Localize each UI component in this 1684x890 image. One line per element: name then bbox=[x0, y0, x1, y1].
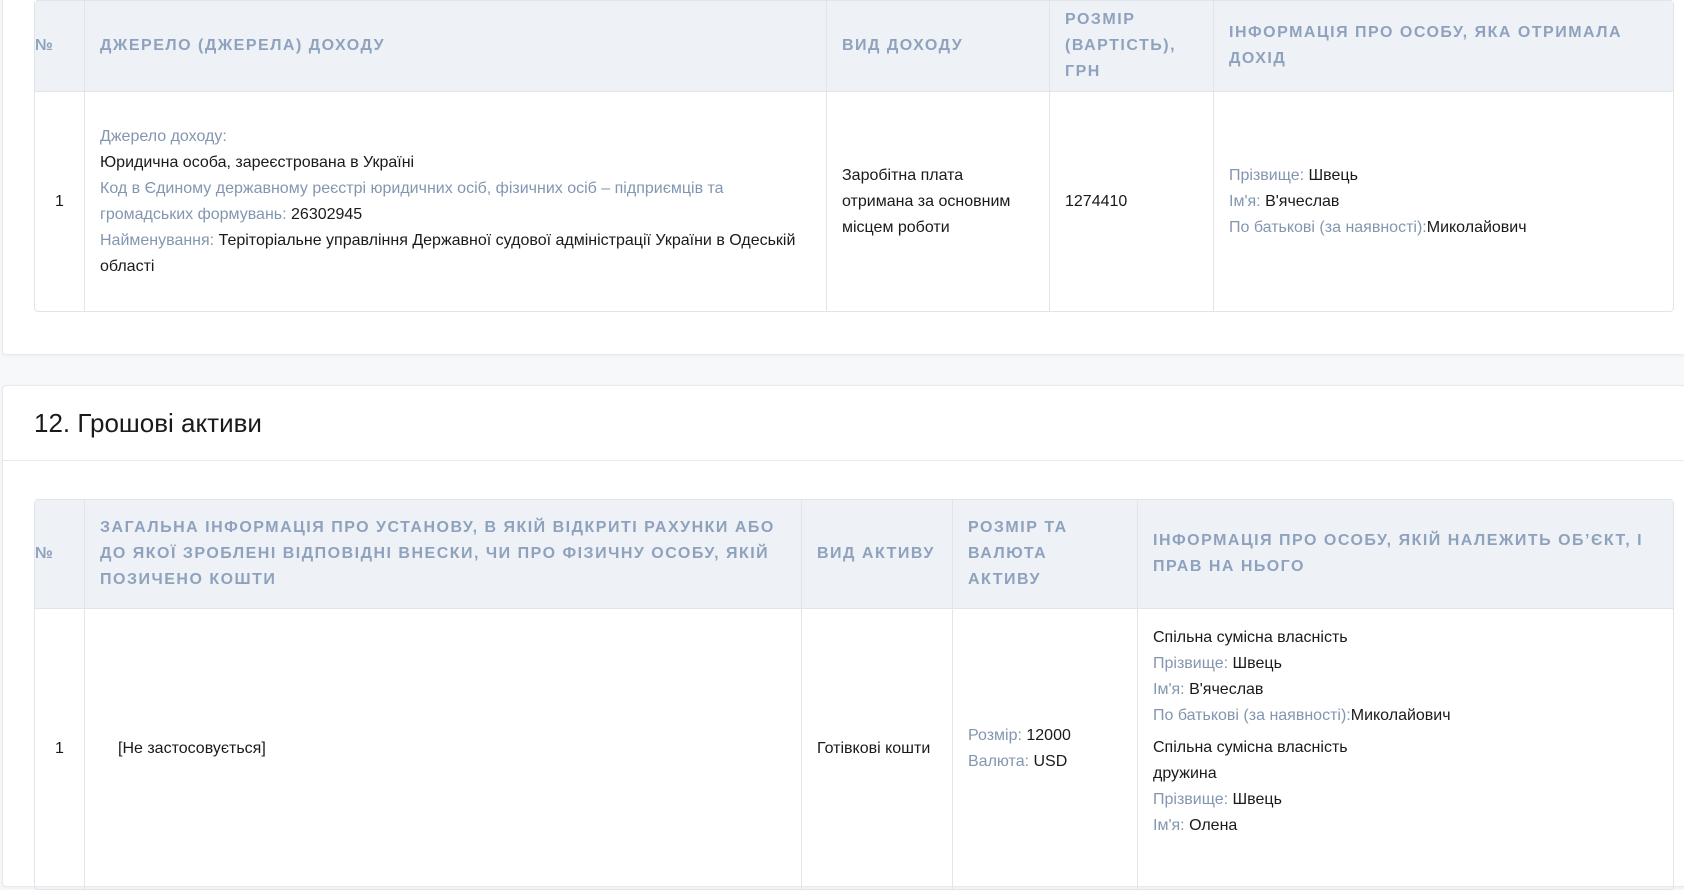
income-section-card: № Джерело (джерела) доходу Вид доходу Ро… bbox=[2, 0, 1684, 355]
recipient-firstname-line: Ім'я: В'ячеслав bbox=[1229, 189, 1658, 215]
header-income-source: Джерело (джерела) доходу bbox=[85, 1, 827, 92]
row-number: 1 bbox=[35, 609, 85, 889]
ownership-type: Спільна сумісна власність bbox=[1153, 629, 1348, 646]
source-value: Юридична особа, зареєстрована в Україні bbox=[100, 153, 415, 171]
patronymic-label: По батькові (за наявності): bbox=[1153, 707, 1351, 724]
source-label: Джерело доходу: bbox=[100, 127, 227, 145]
ownership-type: Спільна сумісна власність bbox=[1153, 739, 1348, 756]
header-amount-currency: Розмір та валюта активу bbox=[953, 500, 1138, 609]
edr-code-label: Код в Єдиному державному реєстрі юридичн… bbox=[100, 179, 724, 223]
amount-currency-cell: Розмір: 12000 Валюта: USD bbox=[953, 609, 1138, 889]
owner-surname-line: Прізвище: Швець bbox=[1153, 651, 1658, 677]
income-type-cell: Заробітна плата отримана за основним міс… bbox=[827, 92, 1050, 311]
header-number: № bbox=[35, 1, 85, 92]
income-amount-cell: 1274410 bbox=[1050, 92, 1214, 311]
income-table: № Джерело (джерела) доходу Вид доходу Ро… bbox=[34, 0, 1674, 312]
surname-value: Швець bbox=[1308, 166, 1358, 184]
table-row: 1 Джерело доходу: Юридична особа, зареєс… bbox=[35, 92, 1673, 311]
owner-firstname-line: Ім'я: В'ячеслав bbox=[1153, 677, 1658, 703]
patronymic-value: Миколайович bbox=[1350, 707, 1451, 724]
institution-value: [Не застосовується] bbox=[118, 740, 266, 757]
currency-label: Валюта: bbox=[968, 753, 1030, 770]
income-source-cell: Джерело доходу: Юридична особа, зареєстр… bbox=[85, 92, 827, 311]
recipient-surname-line: Прізвище: Швець bbox=[1229, 163, 1658, 189]
header-owner-info: Інформація про особу, якій належить об’є… bbox=[1138, 500, 1673, 609]
firstname-label: Ім'я: bbox=[1229, 192, 1261, 210]
edr-code-value: 26302945 bbox=[291, 205, 363, 223]
owner-block: Спільна сумісна власність Прізвище: Швец… bbox=[1153, 609, 1658, 729]
org-name-line: Найменування: Теріторіальне управління Д… bbox=[100, 228, 811, 280]
amount-label: Розмір: bbox=[968, 727, 1022, 744]
firstname-label: Ім'я: bbox=[1153, 817, 1185, 834]
owner-patronymic-line: По батькові (за наявності):Миколайович bbox=[1153, 703, 1658, 729]
row-number: 1 bbox=[35, 92, 85, 311]
firstname-value: В'ячеслав bbox=[1265, 192, 1340, 210]
income-table-header-row: № Джерело (джерела) доходу Вид доходу Ро… bbox=[35, 1, 1673, 92]
currency-value: USD bbox=[1033, 753, 1068, 770]
table-row: 1 [Не застосовується] Готівкові кошти Ро… bbox=[35, 609, 1673, 889]
surname-value: Швець bbox=[1232, 655, 1282, 672]
assets-table: № Загальна інформація про установу, в як… bbox=[34, 499, 1674, 890]
header-income-type: Вид доходу bbox=[827, 1, 1050, 92]
edr-code-line: Код в Єдиному державному реєстрі юридичн… bbox=[100, 176, 811, 228]
firstname-value: В'ячеслав bbox=[1189, 681, 1264, 698]
surname-label: Прізвище: bbox=[1153, 655, 1229, 672]
header-number: № bbox=[35, 500, 85, 609]
institution-cell: [Не застосовується] bbox=[85, 609, 802, 889]
surname-label: Прізвище: bbox=[1229, 166, 1305, 184]
owner-firstname-line: Ім'я: Олена bbox=[1153, 813, 1658, 839]
owner-surname-line: Прізвище: Швець bbox=[1153, 787, 1658, 813]
header-asset-type: Вид активу bbox=[802, 500, 953, 609]
assets-table-header-row: № Загальна інформація про установу, в як… bbox=[35, 500, 1673, 609]
surname-value: Швець bbox=[1232, 791, 1282, 808]
org-name-label: Найменування: bbox=[100, 231, 215, 249]
firstname-label: Ім'я: bbox=[1153, 681, 1185, 698]
owner-info-cell: Спільна сумісна власність Прізвище: Швец… bbox=[1138, 609, 1673, 889]
recipient-patronymic-line: По батькові (за наявності):Миколайович bbox=[1229, 215, 1658, 241]
header-income-recipient: Інформація про особу, яка отримала дохід bbox=[1214, 1, 1673, 92]
currency-line: Валюта: USD bbox=[968, 749, 1122, 775]
firstname-value: Олена bbox=[1189, 817, 1238, 834]
recipient-cell: Прізвище: Швець Ім'я: В'ячеслав По батьк… bbox=[1214, 92, 1673, 311]
section-title: 12. Грошові активи bbox=[34, 408, 262, 438]
assets-section-card: 12. Грошові активи № Загальна інформація… bbox=[2, 385, 1684, 890]
owner-relation: дружина bbox=[1153, 765, 1217, 782]
patronymic-label: По батькові (за наявності): bbox=[1229, 218, 1427, 236]
amount-value: 12000 bbox=[1026, 727, 1071, 744]
surname-label: Прізвище: bbox=[1153, 791, 1229, 808]
asset-type-cell: Готівкові кошти bbox=[802, 609, 953, 889]
patronymic-value: Миколайович bbox=[1426, 218, 1527, 236]
header-institution: Загальна інформація про установу, в якій… bbox=[85, 500, 802, 609]
amount-line: Розмір: 12000 bbox=[968, 723, 1122, 749]
owner-block: Спільна сумісна власність дружина Прізви… bbox=[1153, 729, 1658, 839]
header-income-amount: Розмір (вартість), грн bbox=[1050, 1, 1214, 92]
divider bbox=[3, 460, 1684, 461]
